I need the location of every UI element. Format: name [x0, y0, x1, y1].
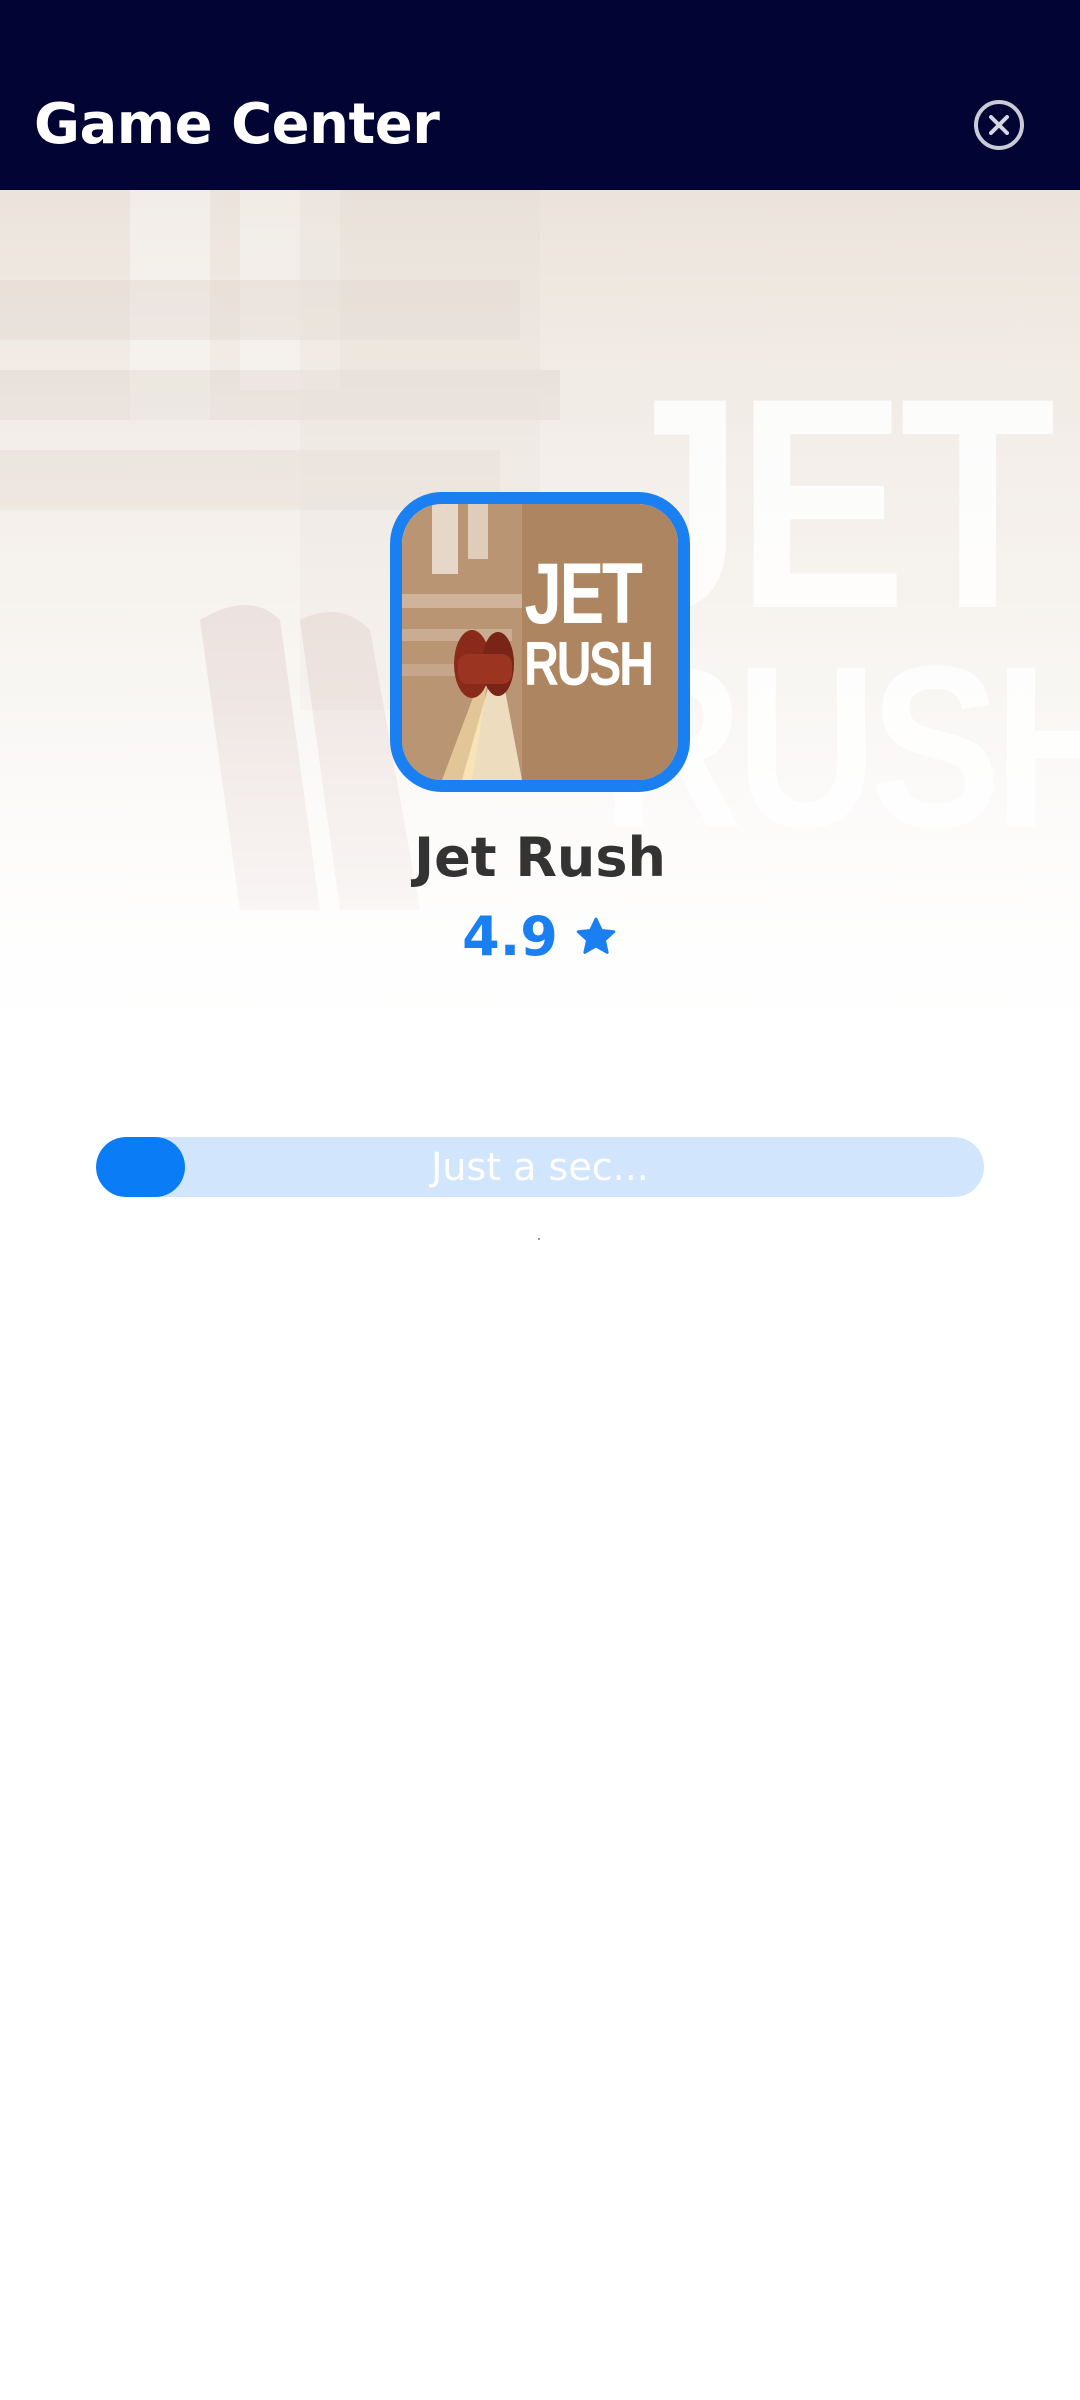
game-icon-logo-text: JET RUSH [524, 546, 654, 699]
game-title: Jet Rush [414, 826, 666, 889]
spinner-dot [538, 1238, 540, 1240]
header-bar: Game Center [0, 0, 1080, 190]
close-icon [989, 115, 1009, 135]
rating-value: 4.9 [462, 905, 558, 968]
header-title: Game Center [34, 92, 440, 157]
close-button[interactable] [974, 100, 1024, 150]
game-center-page: Game Center JET RUSH Jet Rush 4.9 Just a… [0, 0, 1080, 2400]
game-icon[interactable]: JET RUSH [390, 492, 690, 792]
loading-progress-bar: Just a sec... [96, 1137, 984, 1197]
game-rating: 4.9 [0, 905, 1080, 972]
loading-label: Just a sec... [431, 1145, 649, 1189]
star-icon [574, 909, 618, 972]
